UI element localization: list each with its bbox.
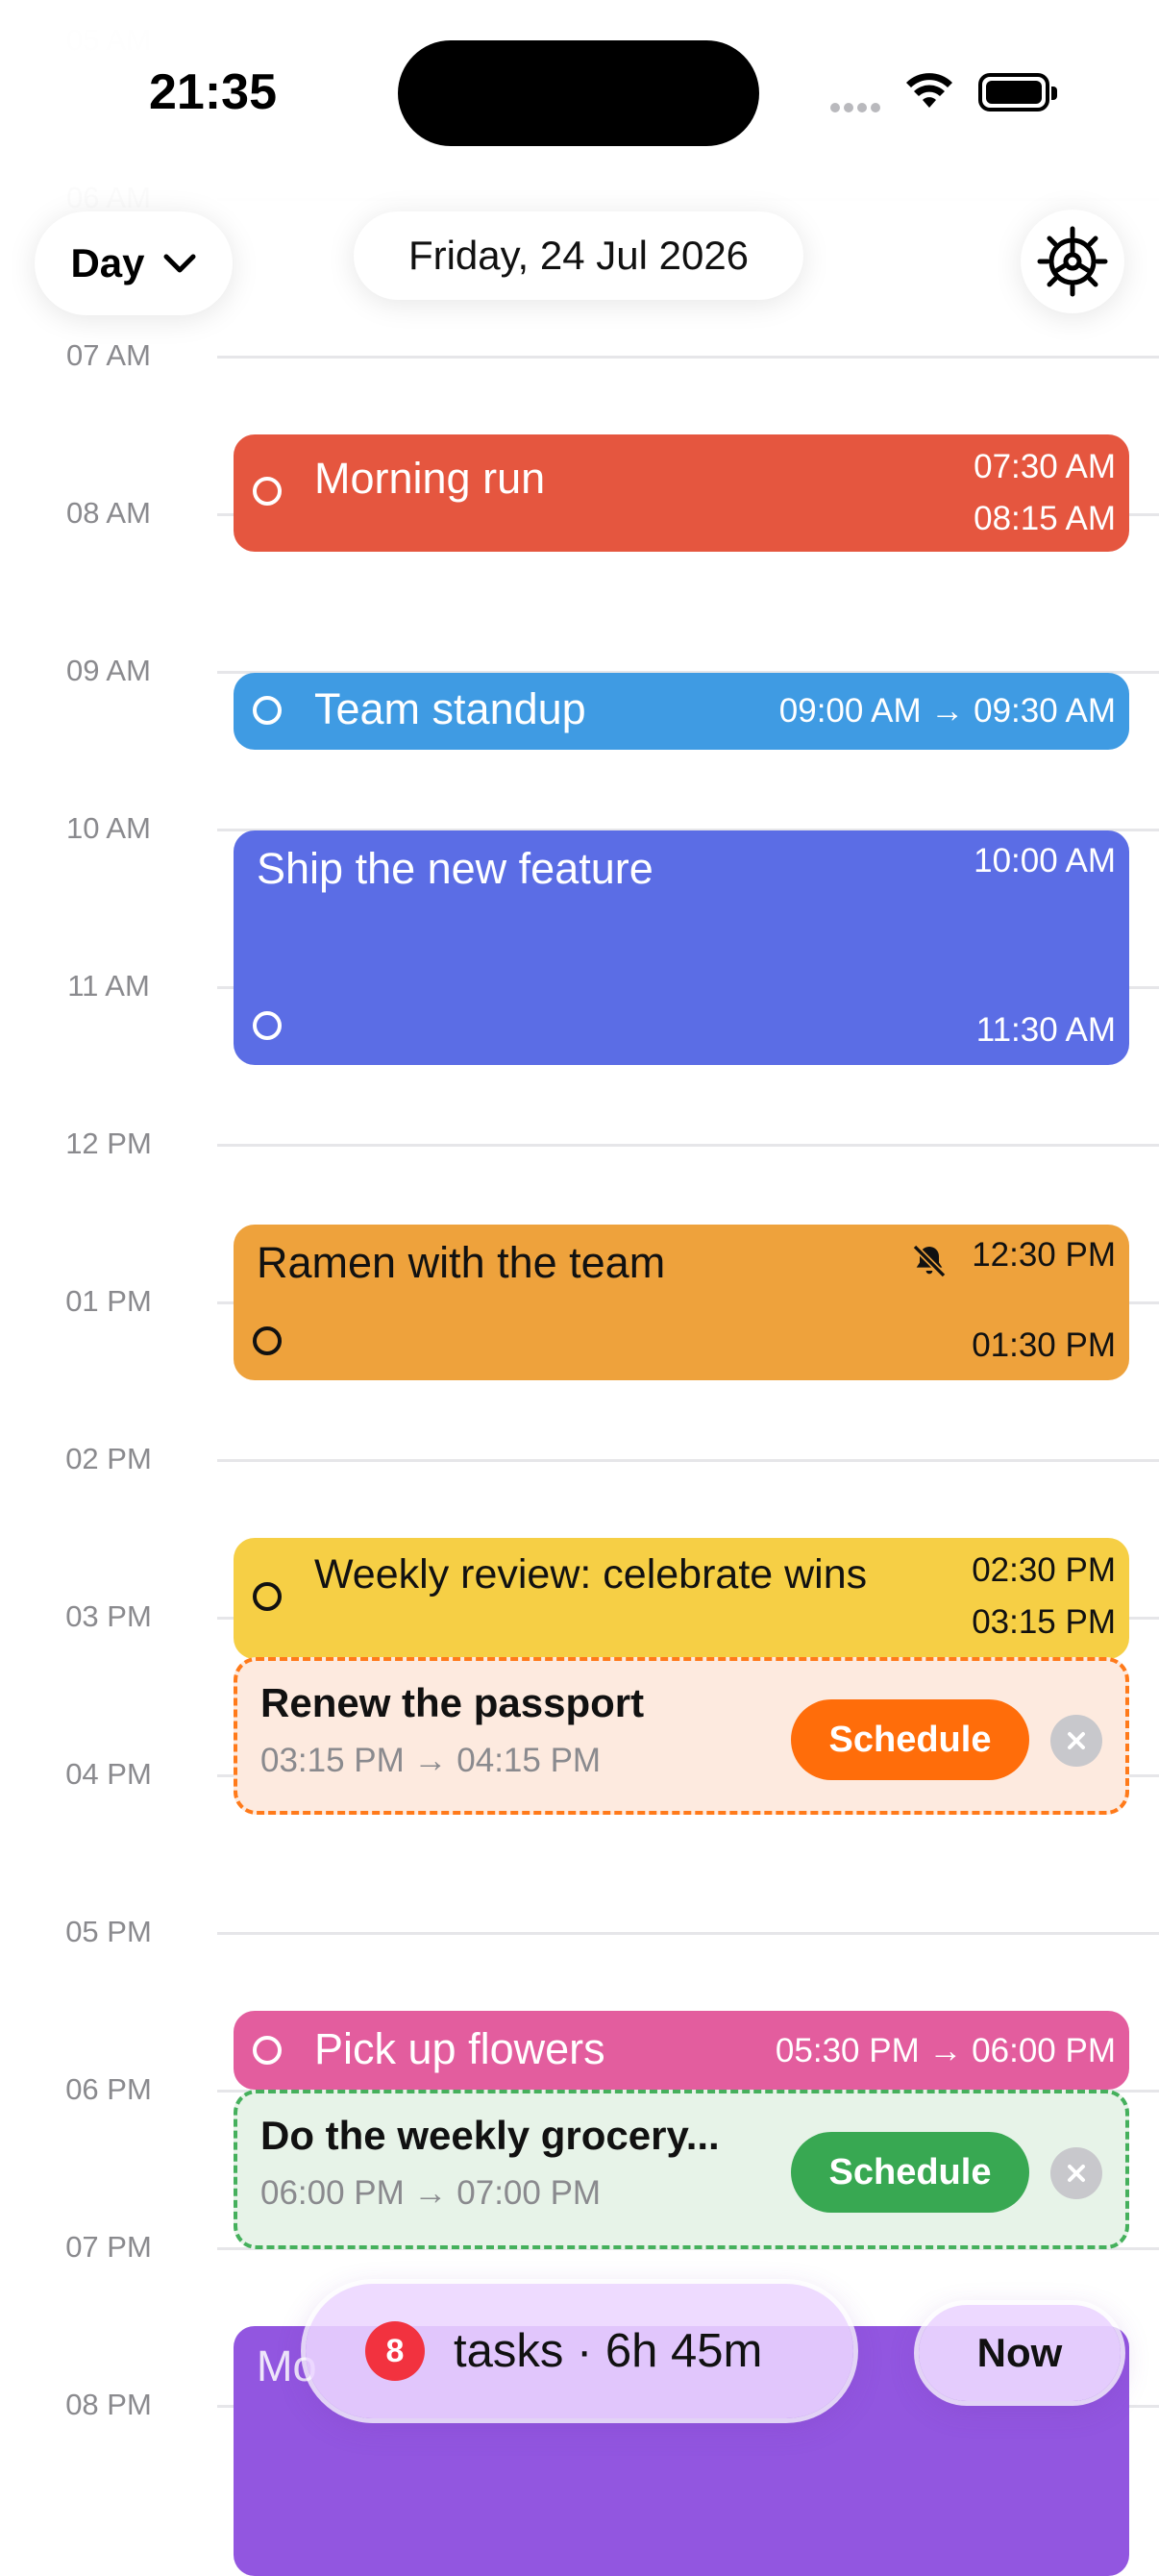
event-start: 10:00 AM (974, 842, 1116, 879)
complete-checkbox[interactable] (253, 696, 282, 725)
chevron-down-icon (163, 254, 196, 273)
complete-checkbox[interactable] (253, 1326, 282, 1355)
hour-divider (217, 1932, 1159, 1935)
wifi-icon (906, 73, 952, 108)
proposal-title: Do the weekly grocery... (260, 2113, 720, 2158)
now-button[interactable]: Now (919, 2305, 1121, 2401)
event-weekly-review[interactable]: Weekly review: celebrate wins 02:30 PM 0… (234, 1538, 1129, 1659)
hour-label: 10 AM (66, 811, 151, 845)
event-start: 12:30 PM (972, 1236, 1116, 1274)
hour-label: 02 PM (65, 1442, 152, 1475)
hour-label: 09 AM (66, 654, 151, 687)
hour-label: 07 AM (66, 338, 151, 372)
event-start: 07:30 AM (974, 448, 1116, 485)
hour-label: 05 PM (65, 1915, 152, 1948)
event-end: 11:30 AM (975, 1011, 1116, 1049)
proposal-time-range: 03:15 PM → 04:15 PM (260, 1742, 602, 1779)
hour-divider (217, 356, 1159, 359)
event-ramen[interactable]: Ramen with the team 12:30 PM 01:30 PM (234, 1225, 1129, 1380)
status-bar-time: 21:35 (149, 64, 277, 120)
battery-icon (978, 73, 1057, 111)
hour-divider (217, 1459, 1159, 1462)
bell-slash-icon (912, 1244, 947, 1278)
schedule-button[interactable]: Schedule (791, 2132, 1029, 2213)
complete-checkbox[interactable] (253, 477, 282, 506)
current-date: Friday, 24 Jul 2026 (407, 233, 750, 278)
hour-label: 01 PM (65, 1284, 152, 1318)
hour-label: 12 PM (65, 1127, 152, 1160)
event-end: 08:15 AM (974, 500, 1116, 537)
event-morning-run[interactable]: Morning run 07:30 AM 08:15 AM (234, 434, 1129, 552)
proposal-title: Renew the passport (260, 1680, 645, 1725)
event-ship-feature[interactable]: Ship the new feature 10:00 AM 11:30 AM (234, 830, 1129, 1065)
dismiss-button[interactable] (1050, 1715, 1102, 1767)
cellular-signal-icon (830, 100, 884, 117)
settings-button[interactable] (1021, 210, 1124, 313)
view-mode-label: Day (70, 240, 145, 285)
event-team-standup[interactable]: Team standup 09:00 AM → 09:30 AM (234, 673, 1129, 750)
event-title: Weekly review: celebrate wins (314, 1551, 868, 1598)
complete-checkbox[interactable] (253, 1582, 282, 1611)
complete-checkbox[interactable] (253, 2036, 282, 2065)
event-time-range: 09:00 AM → 09:30 AM (778, 692, 1116, 730)
dynamic-island (398, 40, 759, 146)
task-count-badge: 8 (365, 2321, 425, 2381)
hour-label: 08 AM (66, 496, 151, 530)
hour-label: 04 PM (65, 1757, 152, 1791)
close-icon (1068, 2165, 1085, 2182)
hour-label: 06 PM (65, 2072, 152, 2106)
tasks-summary-button[interactable]: 8 tasks · 6h 45m (306, 2284, 853, 2418)
event-end: 01:30 PM (972, 1326, 1116, 1364)
date-selector[interactable]: Friday, 24 Jul 2026 (354, 211, 803, 300)
event-start: 02:30 PM (972, 1551, 1116, 1589)
event-time-range: 05:30 PM → 06:00 PM (775, 2032, 1116, 2069)
view-mode-dropdown[interactable]: Day (35, 211, 233, 315)
schedule-button[interactable]: Schedule (791, 1699, 1029, 1780)
proposal-weekly-grocery: Do the weekly grocery... 06:00 PM → 07:0… (234, 2090, 1129, 2249)
event-pick-up-flowers[interactable]: Pick up flowers 05:30 PM → 06:00 PM (234, 2011, 1129, 2090)
tasks-summary-text: tasks · 6h 45m (454, 2325, 763, 2377)
event-title: Ramen with the team (257, 1238, 666, 1287)
gear-icon (1037, 226, 1108, 297)
event-title: Team standup (314, 684, 586, 733)
hour-divider (217, 1144, 1159, 1147)
hour-label: 08 PM (65, 2388, 152, 2421)
hour-label: 07 PM (65, 2230, 152, 2264)
event-title: Ship the new feature (257, 844, 653, 893)
complete-checkbox[interactable] (253, 1011, 282, 1040)
event-end: 03:15 PM (972, 1603, 1116, 1641)
hour-label: 03 PM (65, 1599, 152, 1633)
event-title: Pick up flowers (314, 2024, 605, 2073)
close-icon (1068, 1732, 1085, 1749)
hour-label: 11 AM (67, 969, 150, 1003)
dismiss-button[interactable] (1050, 2147, 1102, 2199)
proposal-renew-passport: Renew the passport 03:15 PM → 04:15 PM S… (234, 1657, 1129, 1815)
proposal-time-range: 06:00 PM → 07:00 PM (260, 2174, 602, 2212)
event-title: Morning run (314, 454, 546, 503)
